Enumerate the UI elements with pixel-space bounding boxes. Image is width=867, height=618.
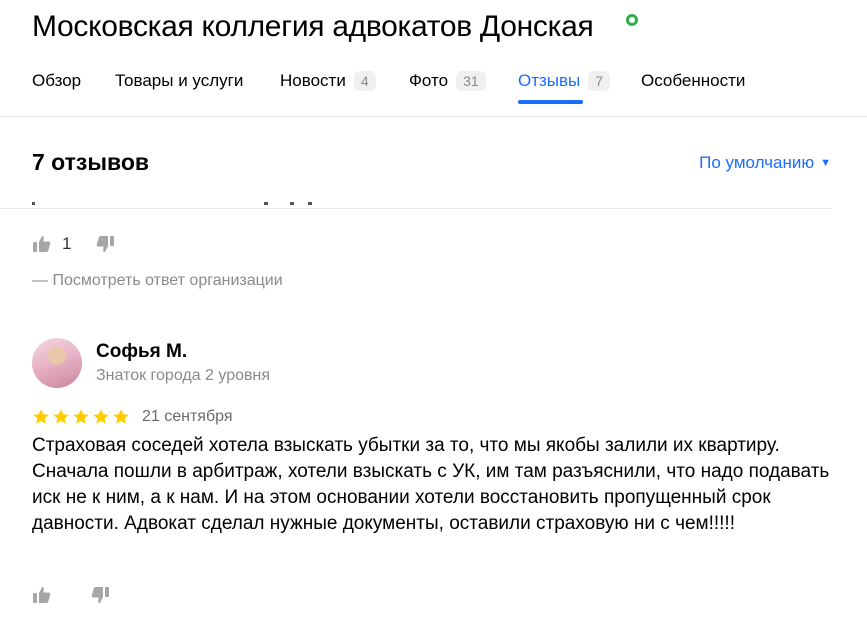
tab-label: Новости <box>280 71 346 90</box>
like-count: 1 <box>62 234 72 253</box>
review-reactions <box>32 585 110 605</box>
thumbs-down-icon <box>97 236 115 252</box>
review-author-level: Знаток города 2 уровня <box>96 367 271 384</box>
tab-label: Особенности <box>641 71 746 90</box>
header-divider <box>0 116 867 117</box>
review-text: Страховая соседей хотела взыскать убытки… <box>32 435 830 534</box>
tab-count-badge: 7 <box>588 71 611 91</box>
review-date: 21 сентября <box>142 408 233 425</box>
thumbs-up-icon <box>33 236 51 252</box>
star-icon <box>73 409 89 424</box>
tab-features[interactable]: Особенности <box>641 68 745 94</box>
tab-products-services[interactable]: Товары и услуги <box>115 68 243 94</box>
active-tab-indicator <box>518 100 583 104</box>
tab-count-badge: 4 <box>353 71 376 91</box>
tab-bar: Обзор Товары и услуги Новости 4 Фото 31 … <box>32 68 867 108</box>
tab-label: Фото <box>409 71 449 90</box>
tab-count-badge: 31 <box>456 71 486 91</box>
tab-overview[interactable]: Обзор <box>32 68 81 94</box>
star-icon <box>93 409 109 424</box>
chevron-down-icon: ▼ <box>820 157 831 169</box>
tab-label: Товары и услуги <box>115 71 244 90</box>
review-author-name[interactable]: Софья М. <box>96 341 187 363</box>
avatar[interactable] <box>32 338 82 388</box>
tab-label: Обзор <box>32 71 82 90</box>
dislike-button[interactable] <box>95 234 115 254</box>
tab-news[interactable]: Новости 4 <box>280 68 376 94</box>
sort-dropdown[interactable]: По умолчанию ▼ <box>699 153 831 173</box>
thumbs-up-icon <box>33 587 51 603</box>
tab-label: Отзывы <box>518 71 581 90</box>
star-icon <box>53 409 69 424</box>
thumbs-down-icon <box>91 587 109 603</box>
reviews-count-heading: 7 отзывов <box>32 149 150 175</box>
tab-reviews[interactable]: Отзывы 7 <box>518 68 611 94</box>
star-icon <box>33 409 49 424</box>
page-title: Московская коллегия адвокатов Донская <box>32 10 594 43</box>
previous-review-reactions: 1 <box>32 234 115 254</box>
verified-badge-icon <box>626 14 638 26</box>
like-button[interactable] <box>32 585 52 605</box>
view-org-reply-link[interactable]: — Посмотреть ответ организации <box>32 272 283 290</box>
clipped-previous-review-text <box>32 198 332 208</box>
sort-label: По умолчанию <box>699 153 815 172</box>
star-icon <box>113 409 129 424</box>
rating-stars <box>32 408 130 426</box>
dislike-button[interactable] <box>90 585 110 605</box>
like-button[interactable]: 1 <box>32 234 71 254</box>
sticky-header-divider <box>0 208 832 209</box>
tab-photos[interactable]: Фото 31 <box>409 68 486 94</box>
